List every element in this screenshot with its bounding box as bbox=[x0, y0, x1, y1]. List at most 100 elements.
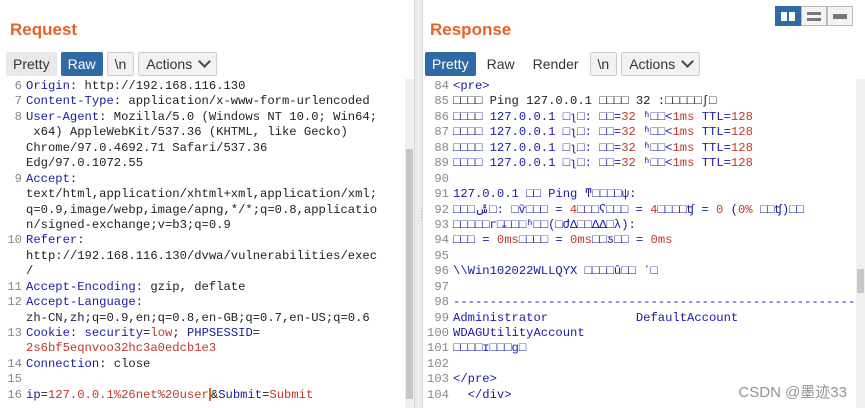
drag-handle-icon[interactable]: ⋮ bbox=[417, 210, 426, 226]
code-line: 99 Administrator DefaultAccount bbox=[427, 311, 865, 326]
line-text: □□□□ Ping 127.0.0.1 □□□□ 32 :□□□□□ʃ□ bbox=[453, 94, 865, 109]
line-number: 9 bbox=[14, 171, 22, 186]
line-number: 92 bbox=[434, 202, 449, 217]
token: □□□□ 127.0.0.1 □ʅ□: □□= bbox=[453, 156, 622, 171]
code-line: / bbox=[0, 264, 414, 279]
code-line: 88 □□□□ 127.0.0.1 □ʅ□: □□=32 ʱ□□<1ms TTL=… bbox=[427, 141, 865, 156]
token: 127.0.0.1%26net%20user bbox=[47, 387, 209, 402]
line-text: q=0.9,image/webp,image/apng,*/*;q=0.8,ap… bbox=[26, 203, 414, 218]
token: 4 bbox=[650, 202, 658, 217]
line-text: User-Agent: Mozilla/5.0 (Windows NT 10.0… bbox=[26, 110, 414, 125]
line-text: \\Win102022WLLQYX □□□□û□□ ʼ□ bbox=[453, 264, 865, 279]
line-number: 96 bbox=[434, 264, 449, 279]
line-number: 8 bbox=[14, 109, 22, 124]
code-line: n/signed-exchange;v=b3;q=0.9 bbox=[0, 218, 414, 233]
actions-dropdown[interactable]: Actions bbox=[621, 52, 701, 76]
code-line: x64) AppleWebKit/537.36 (KHTML, like Gec… bbox=[0, 125, 414, 140]
line-number: 16 bbox=[7, 387, 22, 402]
code-line: 85 □□□□ Ping 127.0.0.1 □□□□ 32 :□□□□□ʃ□ bbox=[427, 94, 865, 109]
tab-render[interactable]: Render bbox=[526, 52, 586, 76]
line-text: □□□□□г□̵□□□ʱ□□(□ԺΔ□□ΔΔ□λ): bbox=[453, 218, 865, 233]
line-number: 87 bbox=[434, 125, 449, 140]
response-scroll-thumb[interactable] bbox=[857, 269, 864, 293]
code-line: 2s6bf5eqnvoo32hc3a0edcb1e3 bbox=[0, 341, 414, 356]
line-text: n/signed-exchange;v=b3;q=0.9 bbox=[26, 218, 414, 233]
code-line: 95 bbox=[427, 249, 865, 264]
token: TTL= bbox=[694, 156, 731, 171]
line-number: 15 bbox=[7, 372, 22, 387]
chevron-down-icon bbox=[681, 55, 694, 68]
line-number: 94 bbox=[434, 233, 449, 248]
pane-divider[interactable]: ⋮ bbox=[414, 0, 426, 408]
line-number bbox=[0, 187, 26, 202]
line-text bbox=[26, 372, 414, 387]
response-editor[interactable]: 84 <pre> 85 □□□□ Ping 127.0.0.1 □□□□ 32 :□□… bbox=[427, 79, 865, 408]
line-number: 10 bbox=[7, 233, 22, 248]
token: □□□□ɪ□□□g□ bbox=[453, 341, 527, 356]
token: zh-CN,zh;q=0.9,en;q=0.8,en-GB;q=0.7,en-U… bbox=[26, 310, 370, 325]
line-text bbox=[453, 280, 865, 295]
tab-raw[interactable]: Raw bbox=[480, 52, 522, 76]
line-number bbox=[0, 341, 26, 356]
stacked-layout-icon[interactable] bbox=[801, 6, 827, 26]
request-scroll-thumb[interactable] bbox=[406, 149, 413, 399]
token: 128 bbox=[730, 140, 753, 155]
request-editor[interactable]: 6 Origin: http://192.168.116.130 7 Content-… bbox=[0, 79, 414, 408]
line-number: 99 bbox=[434, 310, 449, 325]
line-number bbox=[0, 156, 26, 171]
actions-label: Actions bbox=[146, 56, 193, 72]
token: : bbox=[69, 171, 78, 186]
token: : close bbox=[99, 356, 151, 371]
newline-toggle-button[interactable]: \n bbox=[589, 52, 618, 76]
tab-raw[interactable]: Raw bbox=[60, 52, 103, 76]
tab-pretty[interactable]: Pretty bbox=[6, 52, 57, 76]
code-line: 87 □□□□ 127.0.0.1 □ʅ□: □□=32 ʱ□□<1ms TTL=… bbox=[427, 125, 865, 140]
line-text: <pre> bbox=[453, 79, 865, 94]
code-line: 10 Referer: bbox=[0, 233, 414, 248]
line-number bbox=[0, 141, 26, 156]
token: WDAGUtilityAccount bbox=[453, 326, 585, 340]
newline-toggle-button[interactable]: \n bbox=[106, 52, 135, 76]
line-number: 104 bbox=[427, 387, 449, 402]
code-line: 98 --------------------------------------… bbox=[427, 295, 865, 310]
token: □□ʧ)□□ bbox=[752, 202, 804, 217]
code-line: 16 ip=127.0.0.1%26net%20user &Submit=Submi… bbox=[0, 388, 414, 403]
code-line: http://192.168.116.130/dvwa/vulnerabilit… bbox=[0, 249, 414, 264]
line-number: 98 bbox=[434, 295, 449, 310]
actions-dropdown[interactable]: Actions bbox=[138, 52, 218, 76]
single-pane-layout-icon[interactable] bbox=[827, 6, 853, 26]
code-line: zh-CN,zh;q=0.9,en;q=0.8,en-GB;q=0.7,en-U… bbox=[0, 311, 414, 326]
line-number: 13 bbox=[7, 326, 22, 340]
line-text: zh-CN,zh;q=0.9,en;q=0.8,en-GB;q=0.7,en-U… bbox=[26, 311, 414, 326]
line-number: 91 bbox=[434, 187, 449, 202]
layout-toggle bbox=[775, 6, 853, 26]
token: 1ms bbox=[672, 109, 695, 124]
token: 0ms bbox=[650, 233, 673, 248]
response-tabs: Pretty Raw Render \n Actions bbox=[425, 52, 701, 76]
token: : application/x-www-form-urlencoded bbox=[113, 94, 370, 109]
line-text: Connection: close bbox=[26, 357, 414, 372]
line-text: Accept-Language: bbox=[26, 295, 414, 310]
request-title: Request bbox=[10, 20, 78, 39]
code-line: 13 Cookie: security=low; PHPSESSID= bbox=[0, 326, 414, 341]
token: http://192.168.116.130 bbox=[84, 79, 246, 93]
token: <pre> bbox=[453, 79, 490, 93]
response-scrollbar[interactable] bbox=[856, 79, 865, 408]
token: Referer bbox=[26, 233, 78, 248]
line-text: □□□□ 127.0.0.1 □ʅ□: □□=32 ʱ□□<1ms TTL=12… bbox=[453, 141, 865, 156]
code-line: 92 □□□ݰ□: □ѷ□□□ = 4□□□ʕ□□□ = 4□□□□ʧ = 0 (… bbox=[427, 203, 865, 218]
response-title: Response bbox=[430, 20, 512, 39]
code-line: 102 bbox=[427, 357, 865, 372]
token: Origin: bbox=[26, 79, 85, 93]
line-text: WDAGUtilityAccount bbox=[453, 326, 865, 341]
request-tabs: Pretty Raw \n Actions bbox=[6, 52, 218, 76]
token: ----------------------------------------… bbox=[453, 295, 856, 310]
request-scrollbar[interactable] bbox=[405, 79, 414, 408]
line-text: ----------------------------------------… bbox=[453, 295, 865, 310]
code-line: 91 127.0.0.1 □□ Ping ͳ□□□□ψ: bbox=[427, 187, 865, 202]
side-by-side-layout-icon[interactable] bbox=[775, 6, 801, 26]
tab-pretty[interactable]: Pretty bbox=[425, 52, 476, 76]
token: □□□□ 127.0.0.1 □ʅ□: □□= bbox=[453, 140, 622, 155]
token: : bbox=[77, 233, 85, 248]
code-line: 89 □□□□ 127.0.0.1 □ʅ□: □□=32 ʱ□□<1ms TTL=… bbox=[427, 156, 865, 171]
